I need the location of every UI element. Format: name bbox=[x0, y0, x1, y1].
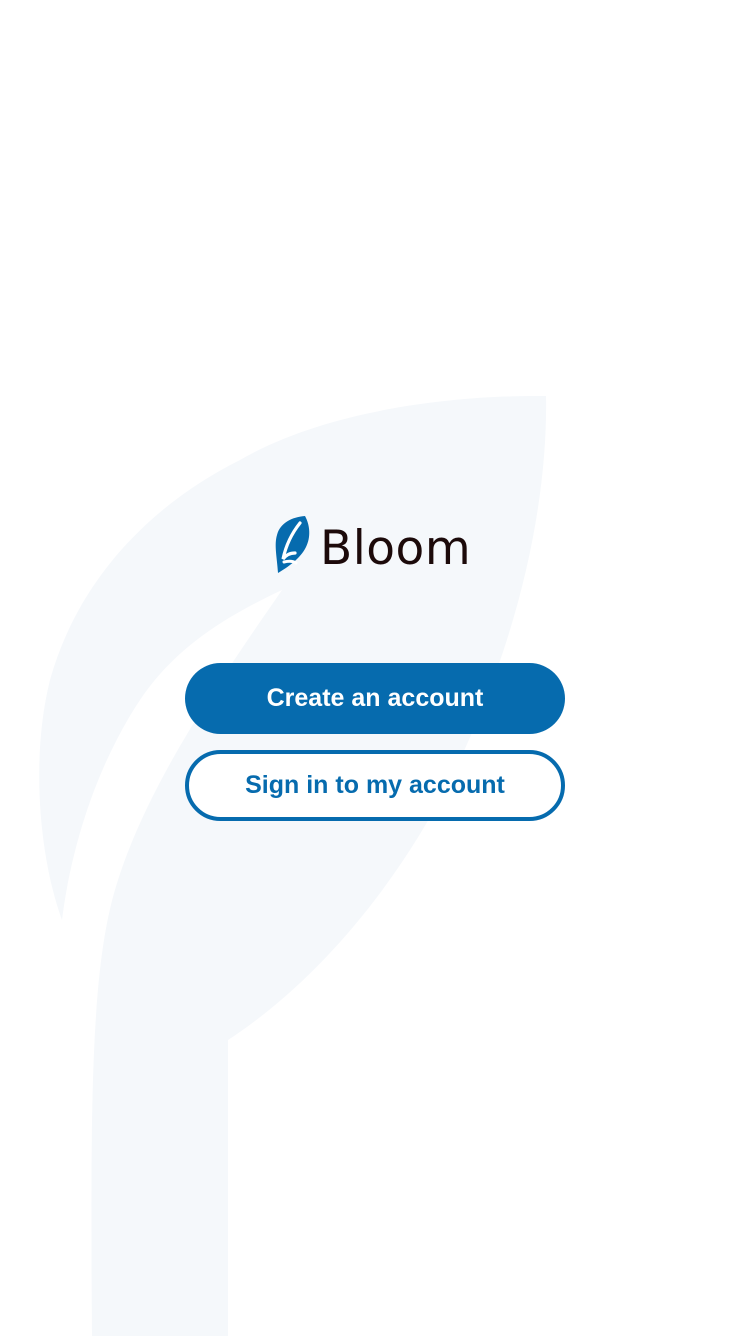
leaf-icon bbox=[275, 516, 310, 573]
welcome-screen: Bloom Create an account Sign in to my ac… bbox=[0, 0, 752, 1336]
app-name: Bloom bbox=[320, 520, 472, 576]
sign-in-button[interactable]: Sign in to my account bbox=[185, 750, 565, 821]
bloom-logo: Bloom bbox=[274, 514, 471, 576]
create-account-button[interactable]: Create an account bbox=[185, 663, 565, 734]
